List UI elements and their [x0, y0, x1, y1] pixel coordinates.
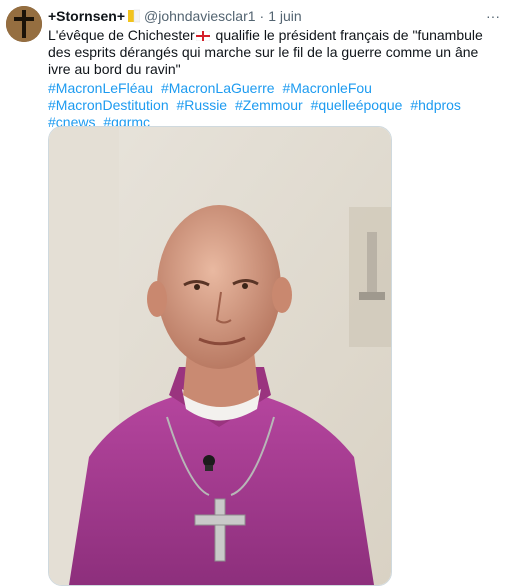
tweet-header: +Stornsen+ @johndaviesclar1 · 1 juin ···	[48, 6, 502, 26]
tweet-text-part1: L'évêque de Chichester	[48, 27, 195, 43]
tweet-photo[interactable]	[48, 126, 392, 586]
hashtag[interactable]: #MacronleFou	[282, 80, 372, 96]
tweet-date[interactable]: 1 juin	[268, 8, 301, 24]
cross-avatar-icon	[6, 6, 42, 42]
avatar[interactable]	[6, 6, 42, 42]
separator: ·	[259, 8, 265, 24]
more-icon[interactable]: ···	[484, 8, 502, 24]
hashtag[interactable]: #MacronLeFléau	[48, 80, 153, 96]
hashtag[interactable]: #MacronLaGuerre	[161, 80, 275, 96]
vatican-flag-icon	[128, 9, 141, 23]
hashtag[interactable]: #Zemmour	[235, 97, 303, 113]
display-name[interactable]: +Stornsen+	[48, 8, 125, 24]
hashtag[interactable]: #MacronDestitution	[48, 97, 169, 113]
tweet-text: L'évêque de Chichester qualifie le prési…	[48, 27, 498, 78]
user-handle[interactable]: @johndaviesclar1	[144, 8, 256, 24]
hashtag[interactable]: #Russie	[177, 97, 228, 113]
hashtag[interactable]: #quelleépoque	[311, 97, 403, 113]
england-flag-icon	[195, 31, 210, 41]
bishop-portrait-image	[49, 127, 391, 585]
hashtag[interactable]: #hdpros	[410, 97, 461, 113]
hashtag-list: #MacronLeFléau #MacronLaGuerre #Macronle…	[48, 80, 503, 131]
